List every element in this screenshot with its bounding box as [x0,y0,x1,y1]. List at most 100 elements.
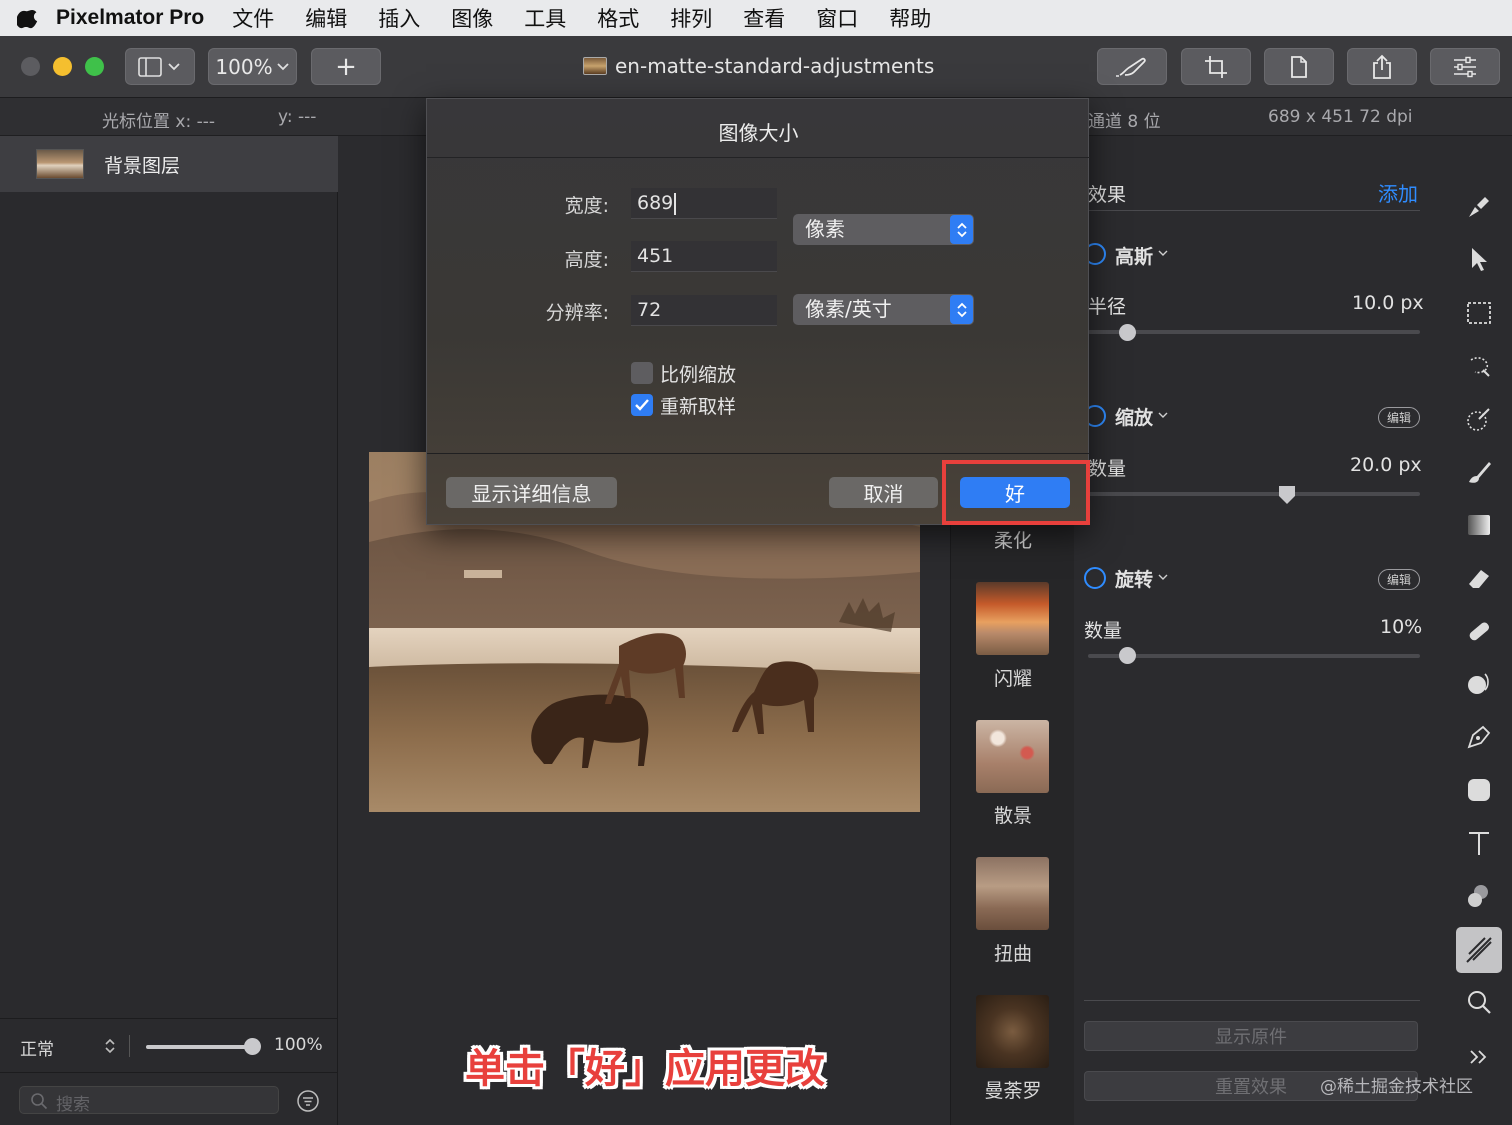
width-value: 689 [637,192,674,214]
layer-thumbnail [36,149,84,179]
zoom-tool[interactable] [1460,983,1498,1021]
style-tool[interactable] [1460,188,1498,226]
zoom-amount-slider[interactable] [1088,492,1420,496]
effect-distort-thumbnail[interactable] [976,857,1049,930]
menu-view[interactable]: 查看 [743,3,785,33]
layers-panel: 背景图层 正常 100% 搜索 [0,136,338,1125]
retouch-tool[interactable] [1460,612,1498,650]
document-button[interactable] [1264,48,1334,85]
layer-row[interactable]: 背景图层 [0,136,338,192]
rotate-amount-slider[interactable] [1088,654,1420,658]
divider [1088,210,1420,211]
close-window-button[interactable] [21,57,40,76]
effect-soften-label[interactable]: 柔化 [951,526,1075,553]
resolution-unit-select[interactable]: 像素/英寸 [793,294,974,325]
eyedropper-select-icon [1467,408,1490,431]
show-details-button[interactable]: 显示详细信息 [446,477,617,508]
sliders-icon [1454,56,1476,77]
menu-format[interactable]: 格式 [597,3,639,33]
image-size-info: 689 x 451 72 dpi [1268,107,1413,127]
sidebar-toggle-button[interactable] [125,48,195,85]
resample-label[interactable]: 重新取样 [660,392,736,419]
color-adjust-tool[interactable] [1460,877,1498,915]
resolution-field[interactable]: 72 [631,295,777,326]
chevron-down-icon[interactable] [1157,573,1169,581]
divider [1084,1000,1420,1001]
scale-proportionally-label[interactable]: 比例缩放 [660,360,736,387]
effect-name-gaussian[interactable]: 高斯 [1115,242,1153,269]
distort-tool[interactable] [1460,665,1498,703]
menu-insert[interactable]: 插入 [378,3,420,33]
fill-tool[interactable] [1460,506,1498,544]
edit-zoom-button[interactable]: 编辑 [1378,407,1420,428]
param-value-rotate-amount: 10% [1380,616,1423,638]
cursor-y-readout: y: --- [278,107,317,127]
document-title-text: en-matte-standard-adjustments [615,54,935,78]
effect-distort-label[interactable]: 扭曲 [951,939,1075,966]
style-brush-icon [1469,197,1489,217]
edit-rotate-button[interactable]: 编辑 [1378,569,1420,590]
scale-proportionally-checkbox[interactable] [631,362,653,384]
radius-slider[interactable] [1088,330,1420,334]
effects-settings-panel: 效果 添加 高斯 半径 10.0 px 缩放 编辑 数量 20.0 px 旋转 … [1074,136,1446,1125]
document-thumbnail-icon [583,57,607,75]
color-circles-icon [1468,885,1488,907]
effects-sparkle-icon [1466,937,1492,963]
type-tool[interactable] [1460,824,1498,862]
search-icon [31,1093,48,1110]
effects-tool-active[interactable] [1456,927,1502,973]
height-field[interactable]: 451 [631,241,777,272]
effect-glow-label[interactable]: 闪耀 [951,664,1075,691]
size-unit-value: 像素 [805,217,845,241]
zoom-menu-button[interactable]: 100% [208,48,297,85]
eraser-icon [1469,570,1489,588]
erase-tool[interactable] [1460,559,1498,597]
radius-slider-knob[interactable] [1118,324,1136,341]
effect-bokeh-label[interactable]: 散景 [951,801,1075,828]
effect-name-zoom[interactable]: 缩放 [1115,403,1153,430]
cancel-button[interactable]: 取消 [829,477,938,508]
paint-tool[interactable] [1460,453,1498,491]
chevron-down-icon [276,62,289,70]
cursor-x-readout: 光标位置 x: --- [102,112,215,132]
arrange-tool[interactable] [1460,241,1498,279]
pointer-icon [1472,248,1487,271]
zoom-amount-slider-knob[interactable] [1278,485,1296,505]
chevron-down-icon[interactable] [1157,249,1169,257]
effect-glow-thumbnail[interactable] [976,582,1049,655]
color-select-tool[interactable] [1460,400,1498,438]
dialog-title: 图像大小 [718,121,799,145]
add-button[interactable]: + [311,48,381,85]
menu-help[interactable]: 帮助 [889,3,931,33]
size-unit-select[interactable]: 像素 [793,214,974,245]
menu-file[interactable]: 文件 [232,3,274,33]
zoom-window-button[interactable] [85,57,104,76]
app-name-menu[interactable]: Pixelmator Pro [56,6,204,30]
menu-window[interactable]: 窗口 [816,3,858,33]
menu-arrange[interactable]: 排列 [670,3,712,33]
more-tools-button[interactable] [1460,1038,1498,1076]
minimize-window-button[interactable] [53,57,72,76]
effect-name-rotate[interactable]: 旋转 [1115,565,1153,592]
resample-checkbox[interactable] [631,394,653,416]
pen-tool[interactable] [1460,718,1498,756]
layer-name: 背景图层 [104,154,181,177]
width-field[interactable]: 689 [631,188,777,219]
menu-edit[interactable]: 编辑 [305,3,347,33]
crop-button[interactable] [1181,48,1251,85]
effect-toggle-rotate[interactable] [1084,567,1106,589]
shape-tool[interactable] [1460,771,1498,809]
menu-tools[interactable]: 工具 [524,3,566,33]
rotate-amount-slider-knob[interactable] [1118,647,1136,664]
share-button[interactable] [1347,48,1417,85]
menu-image[interactable]: 图像 [451,3,493,33]
apple-icon[interactable] [0,0,56,36]
effect-bokeh-thumbnail[interactable] [976,720,1049,793]
chevron-down-icon[interactable] [1157,411,1169,419]
selection-tool[interactable] [1460,294,1498,332]
add-effect-button[interactable]: 添加 [1378,178,1418,207]
divider [427,453,1090,454]
lasso-tool[interactable] [1460,347,1498,385]
adjustments-button[interactable] [1430,48,1500,85]
style-tool-button[interactable] [1097,48,1167,85]
